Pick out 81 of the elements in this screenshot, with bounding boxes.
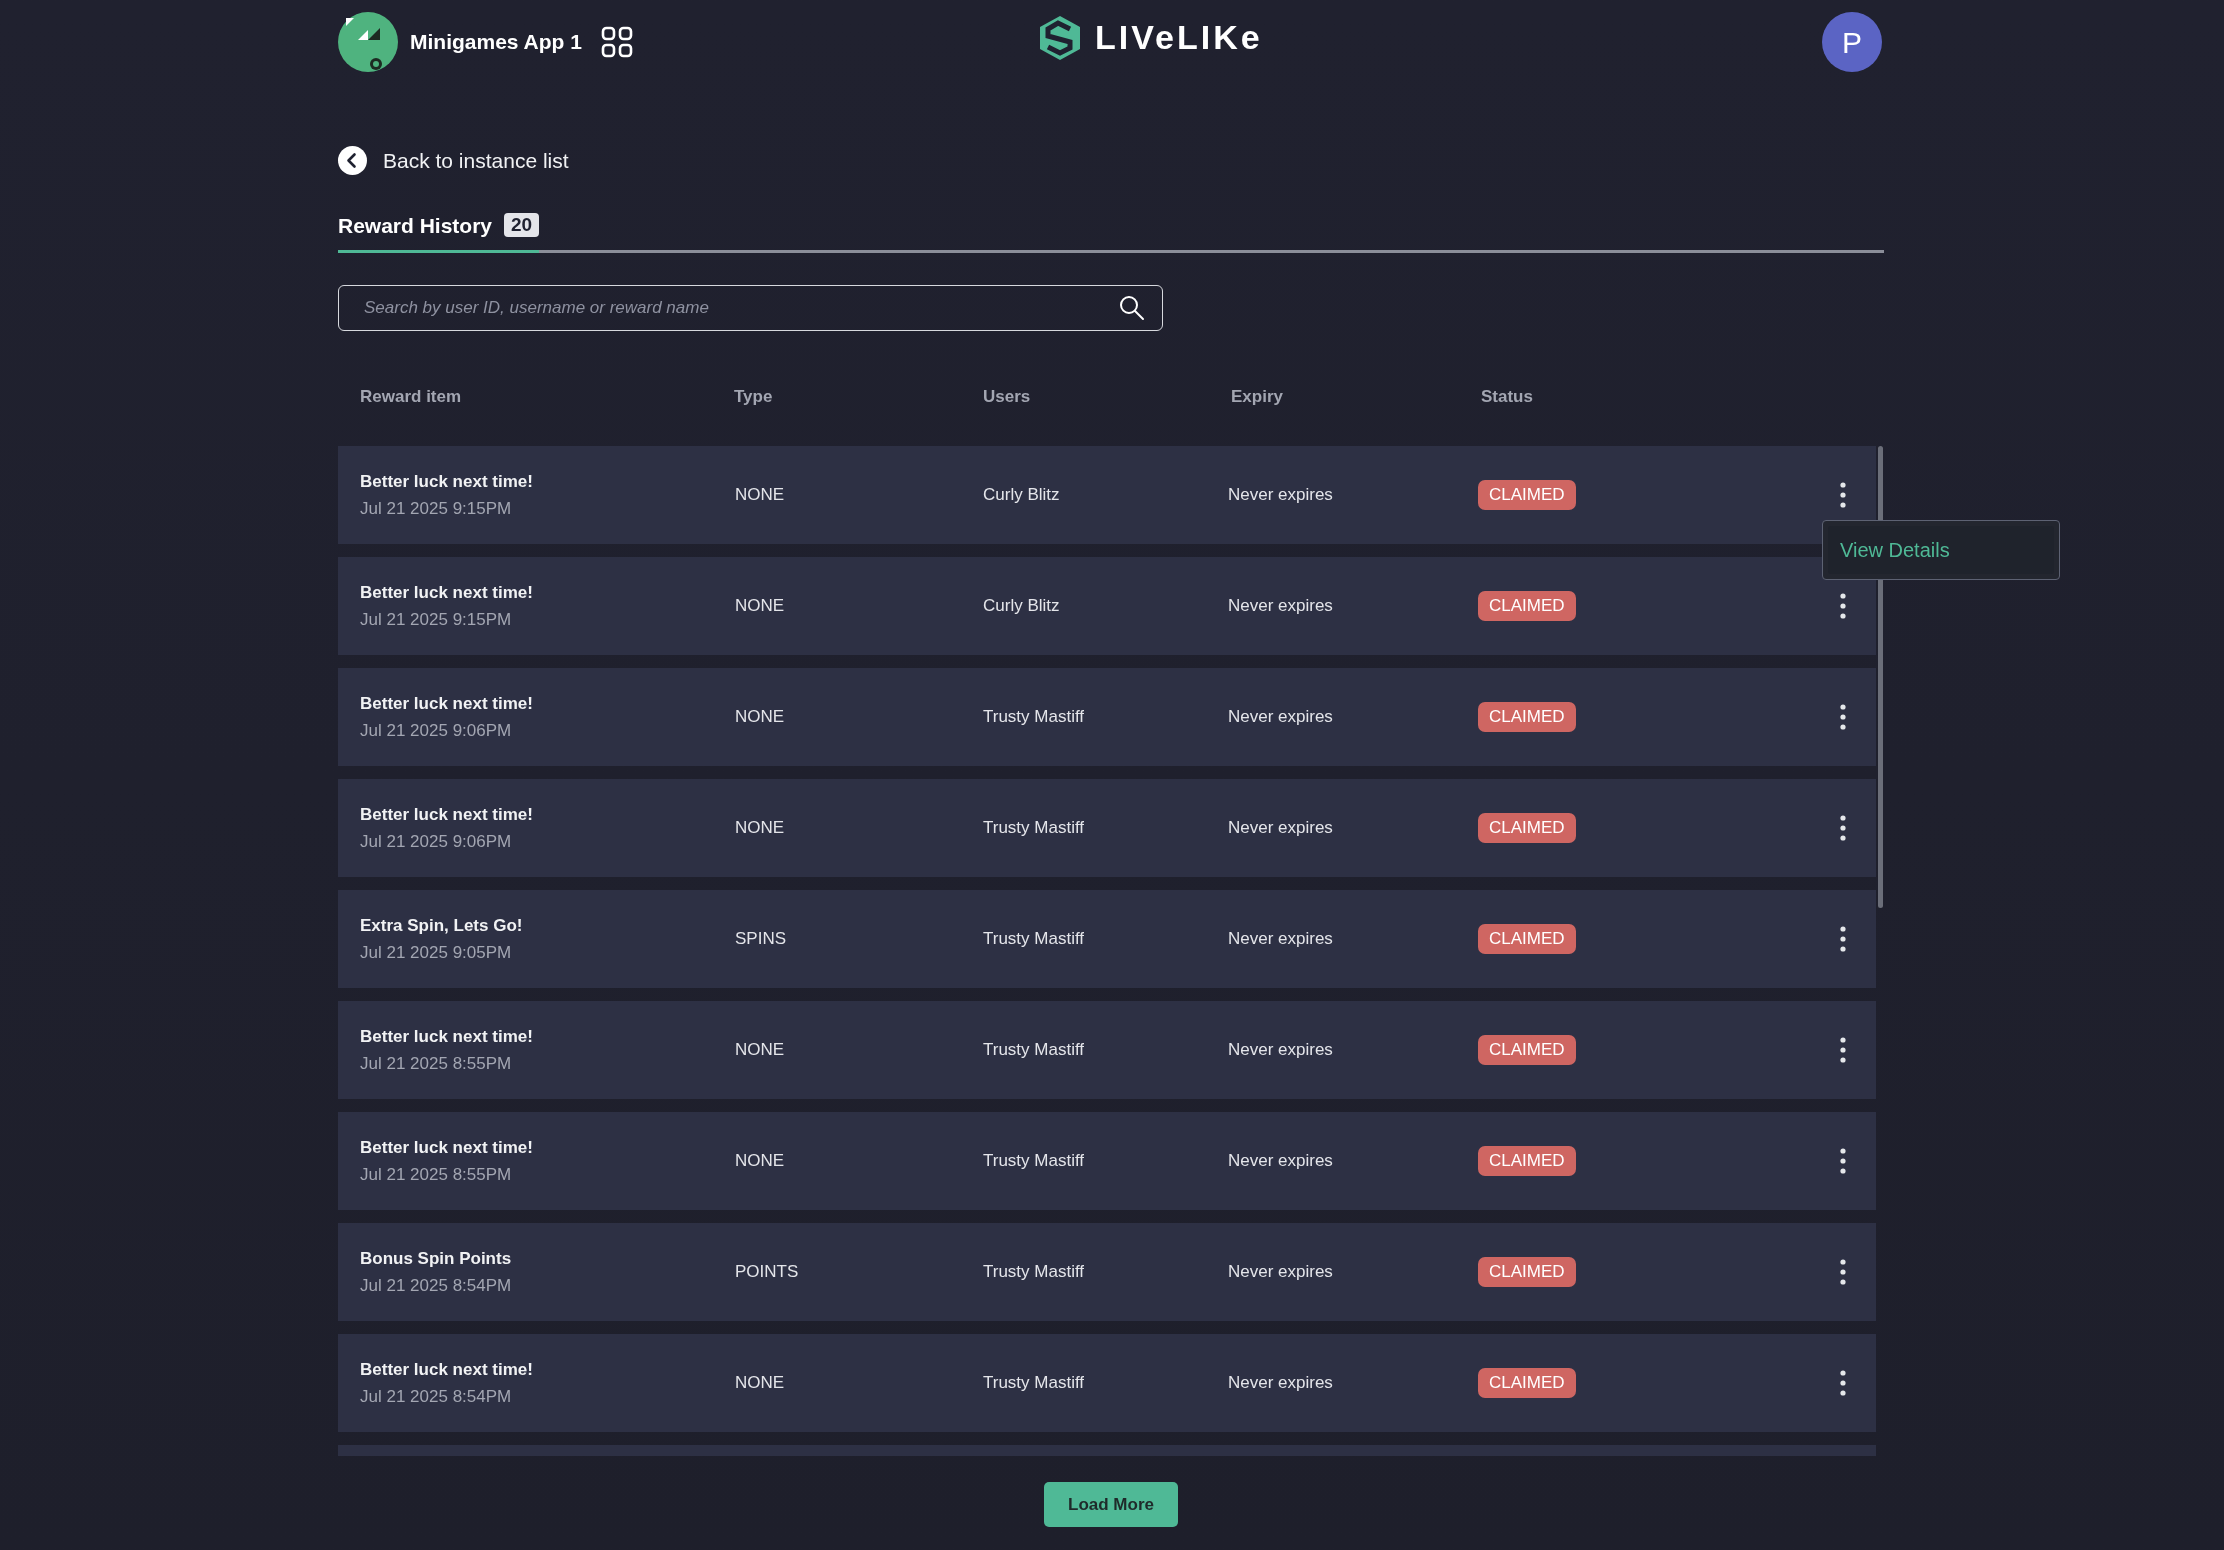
user-avatar[interactable]: P (1822, 12, 1882, 72)
type-cell-text: NONE (734, 817, 786, 840)
app-name: Minigames App 1 (410, 29, 582, 56)
user-cell-text: Curly Blitz (983, 595, 1061, 618)
user-cell-text: Trusty Mastiff (983, 928, 1086, 951)
type-cell-text: NONE (734, 484, 786, 507)
reward-date: Jul 21 2025 9:15PM (360, 498, 513, 520)
user-cell-text: Trusty Mastiff (983, 1150, 1086, 1173)
user-cell-text: Trusty Mastiff (983, 817, 1086, 840)
view-details-menu-item[interactable]: View Details (1828, 526, 2054, 574)
status-badge: CLAIMED (1478, 480, 1576, 510)
type-cell-text: NONE (734, 1039, 786, 1062)
load-more-button[interactable]: Load More (1044, 1482, 1178, 1527)
status-badge: CLAIMED (1478, 1257, 1576, 1287)
column-header: Type (734, 386, 774, 409)
reward-date: Jul 21 2025 9:05PM (360, 942, 513, 964)
status-badge: CLAIMED (1478, 1146, 1576, 1176)
expiry-cell-text: Never expires (1228, 1372, 1334, 1395)
type-cell-text: NONE (734, 706, 786, 729)
reward-name: Better luck next time! (360, 692, 534, 715)
app-logo-icon (338, 12, 398, 72)
expiry-cell-text: Never expires (1228, 706, 1334, 729)
column-header: Status (1481, 386, 1534, 409)
column-header: Reward item (360, 386, 463, 409)
reward-name: Better luck next time! (360, 581, 534, 604)
column-header: Users (983, 386, 1032, 409)
expiry-cell-text: Never expires (1228, 928, 1334, 951)
search-field[interactable]: Search by user ID, username or reward name (338, 285, 1163, 331)
reward-name: Better luck next time! (360, 1025, 534, 1048)
expiry-cell-text: Never expires (1228, 595, 1334, 618)
more-options-icon[interactable] (1840, 926, 1846, 952)
more-options-icon[interactable] (1840, 704, 1846, 730)
reward-date: Jul 21 2025 8:55PM (360, 1053, 513, 1075)
more-options-icon[interactable] (1840, 482, 1846, 508)
expiry-cell-text: Never expires (1228, 1039, 1334, 1062)
reward-date: Jul 21 2025 9:15PM (360, 609, 513, 631)
status-badge: CLAIMED (1478, 924, 1576, 954)
user-cell-text: Trusty Mastiff (983, 1261, 1086, 1284)
expiry-cell-text: Never expires (1228, 484, 1334, 507)
reward-name: Better luck next time! (360, 470, 534, 493)
column-header: Expiry (1231, 386, 1284, 409)
type-cell-text: POINTS (734, 1261, 800, 1284)
hexagon-logo-icon (1037, 13, 1083, 62)
reward-date: Jul 21 2025 9:06PM (360, 831, 513, 853)
reward-date: Jul 21 2025 9:06PM (360, 720, 513, 742)
reward-name: Bonus Spin Points (360, 1247, 513, 1270)
count-badge: 20 (504, 213, 540, 238)
reward-history-tab[interactable]: Reward History 20 (338, 209, 540, 253)
reward-name: Better luck next time! (360, 1358, 534, 1381)
user-cell-text: Trusty Mastiff (983, 1372, 1086, 1395)
expiry-cell-text: Never expires (1228, 1261, 1334, 1284)
status-badge: CLAIMED (1478, 591, 1576, 621)
type-cell-text: NONE (734, 1372, 786, 1395)
search-icon[interactable] (1119, 295, 1145, 321)
apps-grid-icon[interactable] (600, 26, 633, 58)
type-cell-text: NONE (734, 595, 786, 618)
back-link[interactable]: Back to instance list (338, 145, 569, 177)
user-cell-text: Trusty Mastiff (983, 706, 1086, 729)
status-badge: CLAIMED (1478, 702, 1576, 732)
reward-name: Better luck next time! (360, 1136, 534, 1159)
more-options-icon[interactable] (1840, 1148, 1846, 1174)
status-badge: CLAIMED (1478, 1368, 1576, 1398)
more-options-icon[interactable] (1840, 1037, 1846, 1063)
reward-date: Jul 21 2025 8:54PM (360, 1386, 513, 1408)
more-options-icon[interactable] (1840, 593, 1846, 619)
type-cell-text: SPINS (734, 928, 788, 951)
more-options-icon[interactable] (1840, 1370, 1846, 1396)
more-options-icon[interactable] (1840, 1259, 1846, 1285)
user-cell-text: Curly Blitz (983, 484, 1061, 507)
more-options-icon[interactable] (1840, 815, 1846, 841)
user-cell-text: Trusty Mastiff (983, 1039, 1086, 1062)
reward-name: Extra Spin, Lets Go! (360, 914, 524, 937)
reward-date: Jul 21 2025 8:54PM (360, 1275, 513, 1297)
brand-logo: LIVeLIKe (1095, 17, 1263, 58)
expiry-cell-text: Never expires (1228, 817, 1334, 840)
reward-name: Better luck next time! (360, 803, 534, 826)
type-cell-text: NONE (734, 1150, 786, 1173)
status-badge: CLAIMED (1478, 813, 1576, 843)
reward-date: Jul 21 2025 8:55PM (360, 1164, 513, 1186)
status-badge: CLAIMED (1478, 1035, 1576, 1065)
expiry-cell-text: Never expires (1228, 1150, 1334, 1173)
